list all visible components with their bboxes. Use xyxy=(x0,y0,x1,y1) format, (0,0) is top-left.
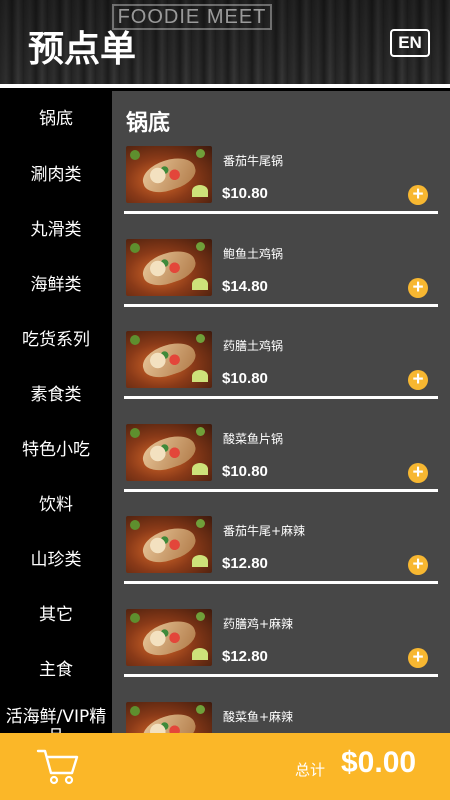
menu-item-price: $10.80 xyxy=(222,370,268,388)
category-sidebar: 锅底 涮肉类 丸滑类 海鲜类 吃货系列 素食类 特色小吃 饮料 山珍类 其它 主… xyxy=(0,91,112,733)
item-divider xyxy=(124,303,438,307)
add-to-cart-button[interactable]: + xyxy=(408,555,428,576)
menu-item: 鲍鱼土鸡锅 $14.80 + xyxy=(112,238,450,332)
page-title: 预点单 xyxy=(28,28,137,70)
sidebar-item-live-seafood-vip[interactable]: 活海鲜/VIP精品 xyxy=(0,697,112,733)
menu-item-list: 番茄牛尾锅 $10.80 + 鲍鱼土鸡锅 $14.80 + 药膳土鸡锅 $10.… xyxy=(112,146,450,733)
sidebar-item-balls[interactable]: 丸滑类 xyxy=(0,202,112,257)
menu-item: 药膳土鸡锅 $10.80 + xyxy=(112,331,450,424)
sidebar-item-sliced-meat[interactable]: 涮肉类 xyxy=(0,147,112,202)
add-to-cart-button[interactable]: + xyxy=(408,185,428,205)
food-thumbnail xyxy=(126,608,212,666)
menu-item-name: 药膳鸡+麻辣 xyxy=(223,616,294,631)
menu-item: 酸菜鱼片锅 $10.80 + xyxy=(112,423,450,517)
item-divider xyxy=(124,673,438,677)
cart-footer: 总计 $0.00 xyxy=(0,733,450,800)
header: FOODIE MEET 预点单 EN xyxy=(0,0,450,88)
language-toggle-button[interactable]: EN xyxy=(390,29,430,57)
menu-item-price: $12.80 xyxy=(222,555,268,573)
menu-item-price: $14.80 xyxy=(222,277,268,295)
food-thumbnail xyxy=(126,701,212,733)
item-divider xyxy=(124,396,438,400)
food-thumbnail xyxy=(126,423,212,481)
menu-item: 酸菜鱼+麻辣 xyxy=(112,701,450,733)
item-divider xyxy=(124,581,438,585)
section-title: 锅底 xyxy=(126,110,171,136)
food-thumbnail xyxy=(126,238,212,296)
menu-item-price: $10.80 xyxy=(222,185,268,202)
total-label: 总计 xyxy=(295,761,326,779)
menu-item: 药膳鸡+麻辣 $12.80 + xyxy=(112,608,450,702)
sidebar-item-mountain-delicacies[interactable]: 山珍类 xyxy=(0,532,112,587)
add-to-cart-button[interactable]: + xyxy=(408,370,428,391)
menu-content: 锅底 番茄牛尾锅 $10.80 + 鲍鱼土鸡锅 $14.80 + 药膳土鸡锅 $… xyxy=(112,91,450,733)
menu-item-name: 番茄牛尾+麻辣 xyxy=(223,524,306,539)
sidebar-item-drinks[interactable]: 饮料 xyxy=(0,477,112,532)
sidebar-item-staples[interactable]: 主食 xyxy=(0,642,112,697)
sidebar-item-foodie-series[interactable]: 吃货系列 xyxy=(0,312,112,367)
menu-item: 番茄牛尾+麻辣 $12.80 + xyxy=(112,516,450,609)
total-amount: $0.00 xyxy=(341,746,417,779)
item-divider xyxy=(124,211,438,214)
add-to-cart-button[interactable]: + xyxy=(408,647,428,668)
menu-item-price: $10.80 xyxy=(222,462,268,480)
food-thumbnail xyxy=(126,331,212,389)
add-to-cart-button[interactable]: + xyxy=(408,277,428,298)
menu-item: 番茄牛尾锅 $10.80 + xyxy=(112,146,450,239)
menu-item-name: 酸菜鱼片锅 xyxy=(223,431,284,446)
sidebar-item-seafood[interactable]: 海鲜类 xyxy=(0,257,112,312)
sidebar-item-vegetarian[interactable]: 素食类 xyxy=(0,367,112,422)
menu-item-name: 番茄牛尾锅 xyxy=(223,154,284,168)
item-divider xyxy=(124,488,438,492)
food-thumbnail xyxy=(126,516,212,574)
sidebar-item-snacks[interactable]: 特色小吃 xyxy=(0,422,112,477)
add-to-cart-button[interactable]: + xyxy=(408,462,428,483)
menu-item-name: 鲍鱼土鸡锅 xyxy=(223,246,284,261)
food-thumbnail xyxy=(126,146,212,203)
menu-item-name: 药膳土鸡锅 xyxy=(223,339,284,354)
menu-item-name: 酸菜鱼+麻辣 xyxy=(223,709,294,724)
header-divider xyxy=(0,84,450,88)
sidebar-item-others[interactable]: 其它 xyxy=(0,587,112,642)
sidebar-item-hotpot-base[interactable]: 锅底 xyxy=(0,91,112,147)
shopping-cart-icon[interactable] xyxy=(36,747,80,787)
menu-item-price: $12.80 xyxy=(222,647,268,665)
